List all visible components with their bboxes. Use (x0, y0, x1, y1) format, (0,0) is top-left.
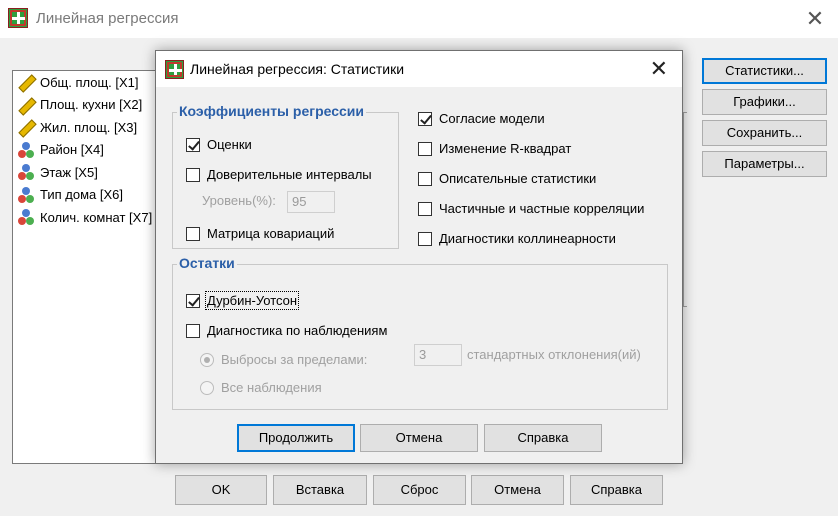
scale-ruler-icon (17, 118, 35, 136)
sd-label: стандартных отклонения(ий) (467, 347, 641, 362)
checkbox-checked-icon (186, 137, 200, 152)
statistics-button[interactable]: Статистики... (702, 58, 827, 84)
nominal-icon (17, 186, 35, 204)
continue-button[interactable]: Продолжить (237, 424, 355, 452)
checkbox-icon (186, 323, 200, 338)
save-button[interactable]: Сохранить... (702, 120, 827, 146)
scale-ruler-icon (17, 96, 35, 114)
help-button[interactable]: Справка (570, 475, 663, 505)
casewise-diagnostics-checkbox[interactable]: Диагностика по наблюдениям (186, 323, 387, 338)
checkbox-icon (418, 171, 432, 186)
residuals-legend: Остатки (177, 255, 237, 271)
level-label: Уровень(%): (202, 193, 276, 208)
list-item[interactable]: Площ. кухни [X2] (13, 94, 161, 117)
level-input[interactable]: 95 (287, 191, 335, 213)
nominal-icon (17, 208, 35, 226)
radio-icon (200, 380, 214, 395)
checkbox-icon (418, 201, 432, 216)
outliers-radio[interactable]: Выбросы за пределами: (200, 352, 367, 367)
list-item[interactable]: Район [X4] (13, 139, 161, 162)
radio-selected-icon (200, 352, 214, 367)
all-cases-radio[interactable]: Все наблюдения (200, 380, 322, 395)
nominal-icon (17, 163, 35, 181)
checkbox-icon (186, 226, 200, 241)
window-title: Линейная регрессия (36, 10, 179, 27)
covariance-matrix-checkbox[interactable]: Матрица ковариаций (186, 226, 334, 241)
outliers-sd-input[interactable]: 3 (414, 344, 462, 366)
variable-list[interactable]: Общ. площ. [X1] Площ. кухни [X2] Жил. пл… (12, 70, 162, 464)
plots-button[interactable]: Графики... (702, 89, 827, 115)
close-icon[interactable]: ✕ (802, 6, 828, 32)
r-squared-change-checkbox[interactable]: Изменение R-квадрат (418, 141, 571, 156)
list-item[interactable]: Колич. комнат [X7] (13, 206, 161, 229)
scale-ruler-icon (17, 73, 35, 91)
nominal-icon (17, 141, 35, 159)
checkbox-icon (418, 231, 432, 246)
dialog-titlebar: Линейная регрессия: Статистики ✕ (156, 51, 682, 87)
list-item[interactable]: Общ. площ. [X1] (13, 71, 161, 94)
list-item[interactable]: Жил. площ. [X3] (13, 116, 161, 139)
window-titlebar: Линейная регрессия ✕ (0, 0, 838, 38)
statistics-dialog: Линейная регрессия: Статистики ✕ Коэффиц… (155, 50, 683, 464)
dialog-cancel-button[interactable]: Отмена (360, 424, 478, 452)
spss-app-icon (165, 60, 184, 79)
collinearity-diagnostics-checkbox[interactable]: Диагностики коллинеарности (418, 231, 616, 246)
reset-button[interactable]: Сброс (373, 475, 466, 505)
list-item[interactable]: Тип дома [X6] (13, 184, 161, 207)
list-item[interactable]: Этаж [X5] (13, 161, 161, 184)
estimates-checkbox[interactable]: Оценки (186, 137, 252, 152)
confidence-intervals-checkbox[interactable]: Доверительные интервалы (186, 167, 372, 182)
close-icon[interactable]: ✕ (650, 57, 668, 81)
spss-app-icon (8, 8, 28, 28)
checkbox-checked-icon (186, 293, 200, 308)
durbin-watson-checkbox[interactable]: Дурбин-Уотсон (186, 291, 300, 310)
descriptives-checkbox[interactable]: Описательные статистики (418, 171, 596, 186)
checkbox-checked-icon (418, 111, 432, 126)
background-panel-edge (683, 112, 687, 307)
coefficients-legend: Коэффициенты регрессии (177, 103, 367, 119)
dialog-help-button[interactable]: Справка (484, 424, 602, 452)
paste-button[interactable]: Вставка (273, 475, 367, 505)
checkbox-icon (418, 141, 432, 156)
model-fit-checkbox[interactable]: Согласие модели (418, 111, 545, 126)
checkbox-icon (186, 167, 200, 182)
dialog-title: Линейная регрессия: Статистики (190, 61, 405, 77)
options-button[interactable]: Параметры... (702, 151, 827, 177)
ok-button[interactable]: OK (175, 475, 267, 505)
part-partial-correlations-checkbox[interactable]: Частичные и частные корреляции (418, 201, 644, 216)
cancel-button[interactable]: Отмена (471, 475, 564, 505)
